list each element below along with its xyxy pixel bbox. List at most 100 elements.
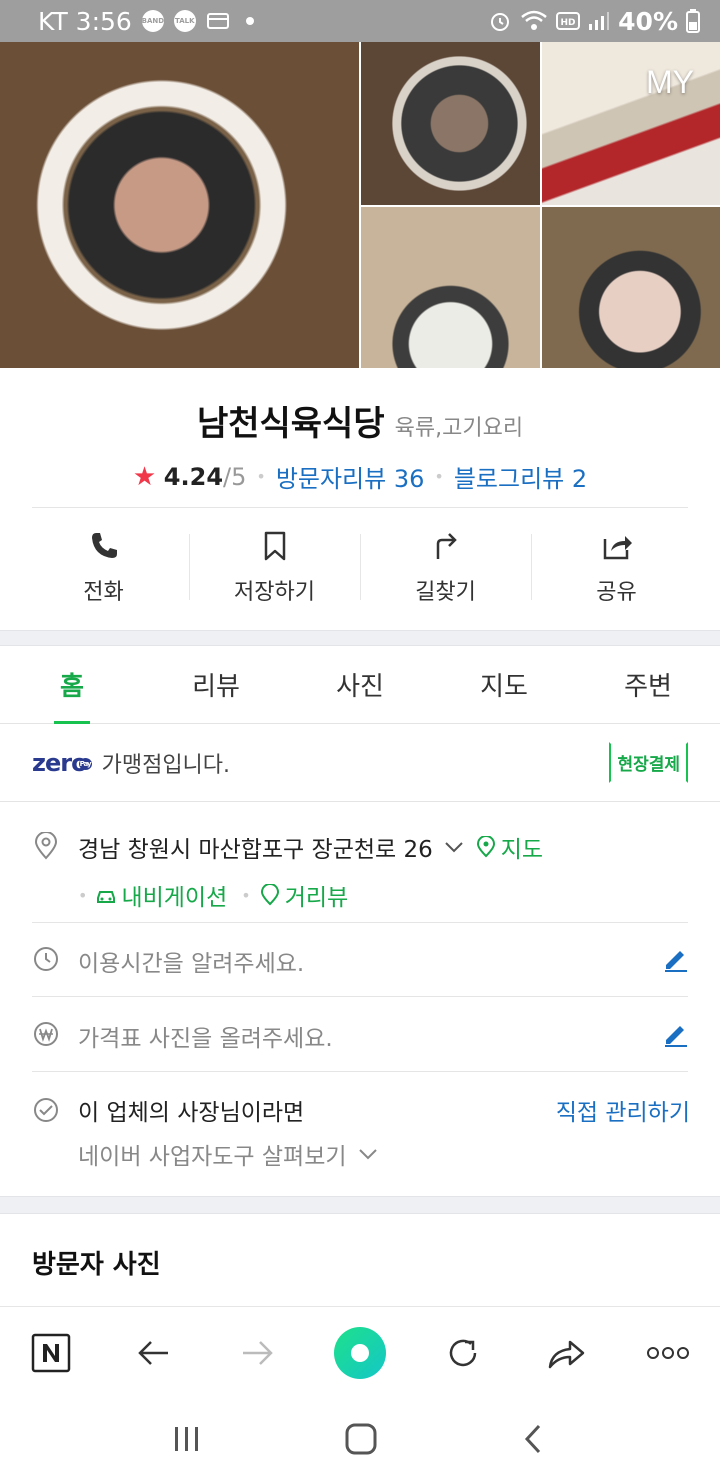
street-view-link[interactable]: 거리뷰	[259, 878, 348, 912]
save-label: 저장하기	[234, 580, 315, 605]
business-tools-label: 네이버 사업자도구 살펴보기	[78, 1144, 347, 1170]
naver-home-button[interactable]	[21, 1323, 81, 1383]
tab-home[interactable]: 홈	[0, 646, 144, 723]
call-label: 전화	[83, 580, 124, 605]
directions-button[interactable]: 길찾기	[360, 508, 531, 628]
reload-icon	[449, 1339, 477, 1366]
tab-photos[interactable]: 사진	[288, 646, 432, 723]
blog-reviews-link[interactable]: 블로그리뷰 2	[454, 459, 587, 494]
dot-separator: •	[241, 885, 251, 905]
navigation-link[interactable]: 내비게이션	[95, 878, 227, 912]
share-label: 공유	[596, 580, 637, 605]
price-placeholder[interactable]: 가격표 사진을 올려주세요.	[78, 1019, 333, 1053]
more-button[interactable]	[638, 1323, 698, 1383]
photo-thumb[interactable]	[361, 42, 540, 205]
photo-thumb[interactable]	[542, 207, 720, 368]
svg-text:HD: HD	[561, 18, 576, 28]
share-arrow-icon	[548, 1340, 584, 1368]
home-icon[interactable]	[344, 1422, 378, 1456]
location-pin-icon	[34, 832, 58, 860]
zeropay-row[interactable]: zeroPay 가맹점입니다. 현장결제	[0, 724, 720, 802]
place-category: 육류,고기요리	[394, 416, 524, 441]
action-bar: 전화 저장하기 길찾기 공유	[18, 508, 702, 628]
carrier-time: KT 3:56	[38, 6, 132, 36]
business-tools-link[interactable]: 네이버 사업자도구 살펴보기	[78, 1137, 379, 1171]
share-button[interactable]: 공유	[531, 508, 702, 628]
divider	[32, 922, 688, 923]
manage-directly-link[interactable]: 직접 관리하기	[556, 1093, 690, 1127]
photo-grid[interactable]: MY	[0, 42, 720, 368]
tab-bar: 홈 리뷰 사진 지도 주변	[0, 646, 720, 724]
zeropay-text: 가맹점입니다.	[101, 752, 231, 778]
chevron-down-icon[interactable]	[443, 836, 465, 858]
alarm-icon	[491, 13, 510, 31]
arrow-left-icon	[138, 1340, 169, 1365]
street-view-label: 거리뷰	[284, 885, 349, 911]
reload-button[interactable]	[433, 1323, 493, 1383]
tab-reviews[interactable]: 리뷰	[144, 646, 288, 723]
green-dot-icon	[333, 1326, 386, 1379]
wallet-icon	[206, 13, 229, 29]
map-link[interactable]: 지도	[475, 830, 543, 864]
clock-icon	[34, 947, 58, 971]
check-circle-icon	[34, 1098, 58, 1122]
save-button[interactable]: 저장하기	[189, 508, 360, 628]
recent-apps-icon[interactable]	[171, 1423, 203, 1455]
rating-max: /5	[223, 462, 247, 491]
green-dot-button[interactable]	[330, 1323, 390, 1383]
status-bar: KT 3:56 BAND TALK HD 40%	[0, 0, 720, 42]
share-icon	[603, 536, 632, 560]
address-text: 경남 창원시 마산합포구 장군천로 26	[78, 837, 433, 863]
phone-icon	[91, 533, 117, 558]
wifi-icon	[521, 10, 547, 30]
more-dots-icon	[647, 1346, 690, 1359]
rating-score: 4.24	[163, 462, 224, 491]
tab-nearby[interactable]: 주변	[576, 646, 720, 723]
photo-main[interactable]	[0, 42, 359, 368]
divider	[32, 996, 688, 997]
section-gap	[0, 630, 720, 646]
share-page-button[interactable]	[536, 1323, 596, 1383]
divider	[32, 1071, 688, 1072]
back-icon[interactable]	[519, 1422, 549, 1456]
forward-button[interactable]	[227, 1323, 287, 1383]
system-nav-bar	[0, 1398, 720, 1480]
address-block: 경남 창원시 마산합포구 장군천로 26 지도 • 내비게이션 • 거리뷰	[78, 830, 688, 912]
edit-pencil-icon[interactable]	[662, 1020, 690, 1048]
bookmark-icon	[264, 531, 285, 561]
owner-text: 이 업체의 사장님이라면	[78, 1100, 305, 1126]
photo-thumb[interactable]	[361, 207, 540, 368]
browser-toolbar	[0, 1306, 720, 1398]
band-icon: BAND	[142, 10, 164, 32]
call-button[interactable]: 전화	[18, 508, 189, 628]
map-link-label: 지도	[500, 837, 544, 863]
directions-label: 길찾기	[415, 580, 476, 605]
place-name: 남천식육식당	[196, 404, 385, 444]
place-header: 남천식육식당 육류,고기요리 ★ 4.24/5 • 방문자리뷰 36 • 블로그…	[0, 368, 720, 494]
dot-separator: •	[78, 885, 88, 905]
street-view-icon	[260, 884, 279, 906]
battery-icon	[686, 9, 700, 33]
dot-separator: •	[434, 467, 444, 486]
dot-separator: •	[256, 467, 266, 486]
hours-placeholder[interactable]: 이용시간을 알려주세요.	[78, 944, 304, 978]
section-gap	[0, 1196, 720, 1214]
visitor-reviews-link[interactable]: 방문자리뷰 36	[276, 459, 425, 494]
star-icon: ★	[132, 461, 157, 492]
directions-icon	[436, 533, 457, 559]
back-button[interactable]	[124, 1323, 184, 1383]
arrow-right-icon	[243, 1340, 273, 1365]
signal-icon	[589, 12, 610, 30]
edit-pencil-icon[interactable]	[662, 945, 690, 973]
tab-map[interactable]: 지도	[432, 646, 576, 723]
visitor-photos-title: 방문자 사진	[32, 1250, 161, 1280]
talk-icon: TALK	[173, 10, 196, 32]
naver-n-icon	[32, 1333, 71, 1372]
onsite-payment-badge: 현장결제	[609, 742, 688, 783]
battery-percent: 40%	[618, 6, 678, 36]
notification-dot	[245, 17, 254, 25]
won-icon	[34, 1022, 58, 1046]
my-button[interactable]: MY	[646, 64, 694, 101]
zeropay-logo: zeroPay	[32, 749, 92, 777]
map-pin-icon	[476, 836, 495, 858]
